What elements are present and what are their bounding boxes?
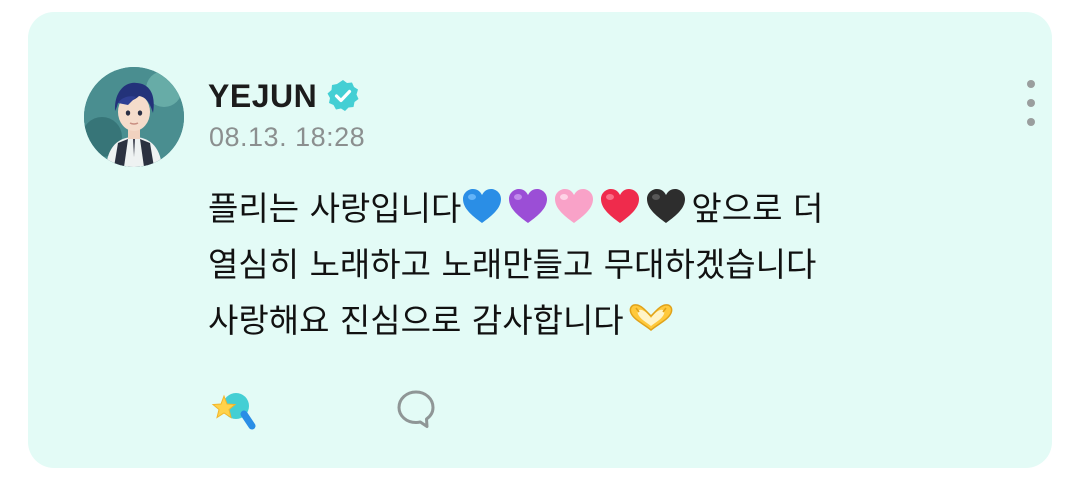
post-body-line-2: 열심히 노래하고 노래만들고 무대하겠습니다: [208, 234, 968, 290]
more-vertical-icon-dot: [1027, 80, 1035, 88]
post-footer: [208, 384, 470, 434]
comment-bubble-icon: [397, 390, 435, 428]
more-options-button[interactable]: [1014, 78, 1048, 128]
black-heart-emoji: [647, 189, 686, 223]
post-body-line-1: 플리는 사랑입니다 앞으로 더: [208, 178, 968, 234]
avatar[interactable]: [84, 67, 184, 167]
purple-heart-emoji: [509, 189, 548, 223]
more-vertical-icon-dot: [1027, 99, 1035, 107]
heart-hands-emoji: [629, 304, 673, 331]
post-body-text-2: 열심히 노래하고 노래만들고 무대하겠습니다: [208, 245, 817, 284]
post-timestamp: 08.13. 18:28: [209, 122, 366, 152]
post-body-text-1: 플리는 사랑입니다: [208, 189, 462, 228]
like-button[interactable]: [208, 384, 262, 434]
author-row: YEJUN: [208, 74, 361, 118]
author-name[interactable]: YEJUN: [208, 78, 317, 115]
red-heart-emoji: [601, 189, 640, 223]
verified-badge-icon: [327, 80, 359, 111]
star-wand-icon: [211, 393, 256, 430]
post-body-text-3: 사랑해요 진심으로 감사합니다: [208, 301, 624, 340]
more-vertical-icon-dot: [1027, 118, 1035, 126]
post-body-line-3: 사랑해요 진심으로 감사합니다: [208, 290, 968, 346]
comment-button[interactable]: [392, 384, 440, 434]
post-card: YEJUN 08.13. 18:28 플리는 사랑입니다 앞으로 더 열심히 노…: [28, 12, 1052, 468]
avatar-image: [84, 67, 184, 167]
blue-heart-emoji: [463, 189, 502, 223]
pink-heart-emoji: [555, 189, 594, 223]
post-body: 플리는 사랑입니다 앞으로 더 열심히 노래하고 노래만들고 무대하겠습니다 사…: [208, 178, 968, 346]
post-body-text-1-tail: 앞으로 더: [691, 189, 824, 228]
